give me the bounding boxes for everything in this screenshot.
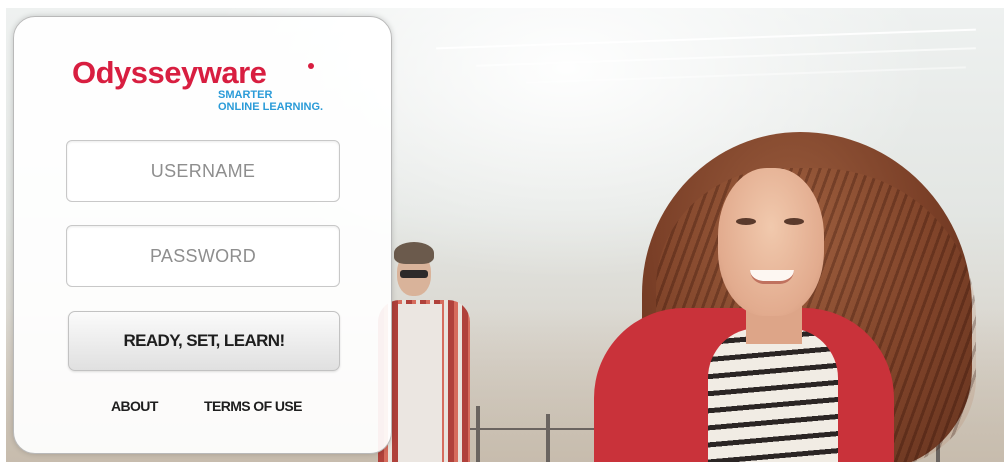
background-man-hair (394, 242, 434, 264)
railing-bar (456, 428, 616, 430)
tagline-line-1: SMARTER (218, 89, 273, 101)
about-link[interactable]: ABOUT (111, 398, 158, 414)
background-man-sunglasses (400, 270, 428, 278)
light-streak (476, 47, 976, 67)
ready-set-learn-button[interactable]: READY, SET, LEARN! (68, 311, 340, 371)
girl-eye (784, 218, 804, 225)
girl-eye (736, 218, 756, 225)
railing-post (546, 414, 550, 462)
logo-wordmark: Odysseyware (72, 55, 267, 90)
girl-striped-shirt (708, 328, 838, 462)
railing-post (476, 406, 480, 462)
girl-face (718, 168, 824, 316)
terms-of-use-link[interactable]: TERMS OF USE (204, 398, 302, 414)
logo-tagline: SMARTER ONLINE LEARNING. (218, 89, 358, 113)
registered-mark-icon (308, 63, 314, 69)
login-card: Odysseyware SMARTER ONLINE LEARNING. REA… (13, 16, 392, 454)
background-man-tee (398, 304, 442, 462)
username-input[interactable] (66, 140, 340, 202)
tagline-line-2: ONLINE LEARNING. (218, 101, 324, 113)
light-streak (436, 28, 976, 50)
light-streak (526, 66, 966, 84)
odysseyware-logo[interactable]: Odysseyware SMARTER ONLINE LEARNING. (72, 55, 352, 119)
password-input[interactable] (66, 225, 340, 287)
